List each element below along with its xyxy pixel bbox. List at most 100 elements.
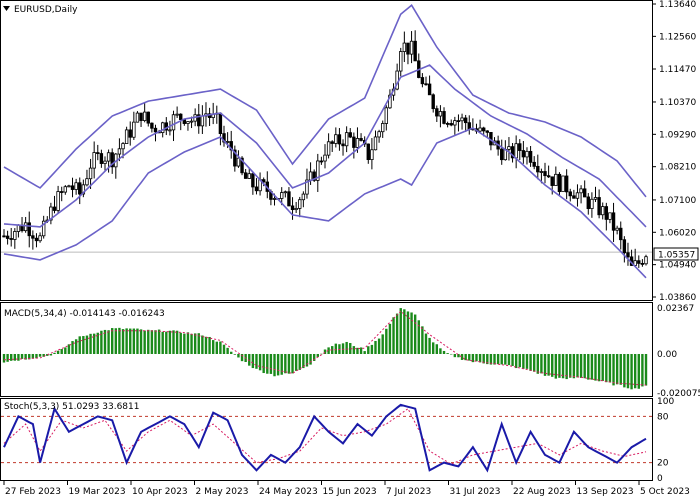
macd-bar	[572, 353, 576, 379]
macd-bar	[6, 353, 9, 362]
macd-bar	[154, 330, 157, 354]
macd-bar	[381, 334, 384, 354]
macd-bar	[475, 353, 478, 362]
macd-bar	[464, 353, 467, 361]
macd-bar	[446, 353, 449, 354]
macd-bar	[442, 350, 446, 354]
macd-bar	[421, 326, 424, 354]
price-tick-label: 1.12560	[659, 32, 696, 42]
macd-bar	[496, 353, 500, 365]
candle	[644, 254, 648, 266]
macd-bar	[525, 353, 529, 369]
macd-bar	[190, 333, 193, 354]
macd-bar	[522, 353, 525, 369]
macd-bar	[587, 353, 590, 380]
macd-bar	[576, 353, 579, 378]
macd-bar	[186, 332, 190, 354]
macd-bar	[168, 330, 172, 354]
date-tick-label: 24 May 2023	[259, 487, 318, 497]
macd-bar	[219, 341, 222, 354]
macd-bar	[601, 353, 604, 381]
date-tick-label: 22 Aug 2023	[513, 487, 571, 497]
macd-bar	[536, 353, 539, 374]
macd-bar	[385, 328, 388, 354]
date-tick-label: 10 Apr 2023	[132, 487, 188, 497]
macd-bar	[67, 344, 71, 354]
macd-bar	[507, 353, 511, 366]
macd-bar	[17, 353, 20, 361]
candle	[557, 172, 562, 196]
price-panel[interactable]	[0, 0, 653, 301]
macd-bar	[612, 353, 615, 386]
macd-bar	[118, 327, 121, 354]
macd-bar	[363, 351, 366, 354]
macd-bar	[201, 335, 204, 354]
macd-bar	[551, 353, 554, 377]
macd-bar	[284, 353, 287, 374]
stoch-tick-label: 20	[657, 459, 669, 469]
macd-bar	[89, 333, 92, 354]
stoch-tick-label: 0	[657, 474, 663, 484]
macd-bar	[175, 330, 179, 354]
macd-bar	[121, 329, 125, 354]
macd-bar	[579, 353, 583, 378]
macd-bar	[82, 336, 85, 354]
macd-bar	[78, 336, 81, 354]
macd-bar	[294, 353, 298, 371]
price-tick-label: 1.06020	[659, 228, 696, 238]
macd-bar	[468, 353, 471, 361]
macd-bar	[276, 353, 280, 376]
macd-bar	[208, 336, 211, 354]
macd-bar	[204, 336, 208, 354]
macd-bar	[395, 313, 399, 354]
macd-bar	[251, 353, 255, 369]
macd-bar	[644, 353, 648, 386]
macd-bar	[583, 353, 586, 379]
stoch-tick-label: 100	[657, 397, 674, 407]
trading-chart[interactable]: 1.13640 1.12560 1.11470 1.10370 1.09290 1.082…	[0, 0, 700, 500]
macd-bar	[511, 353, 514, 366]
macd-bar	[561, 353, 565, 379]
macd-bar	[619, 353, 622, 385]
macd-tick-label: 0.00	[657, 350, 677, 360]
macd-bar	[64, 347, 67, 354]
macd-bar	[370, 344, 374, 354]
macd-bar	[623, 353, 626, 388]
current-price-marker: 1.05357	[653, 247, 699, 261]
macd-bar	[222, 344, 226, 354]
macd-bar	[518, 353, 521, 368]
macd-bar	[424, 333, 428, 354]
macd-bar	[432, 342, 435, 354]
macd-bar	[374, 340, 377, 354]
stoch-label: Stoch(5,3,3) 51.0293 33.6811	[4, 402, 139, 412]
macd-bar	[478, 353, 482, 363]
macd-bar	[597, 353, 601, 382]
macd-bar	[543, 353, 547, 376]
macd-bar	[226, 347, 229, 354]
symbol-header[interactable]: EURUSD,Daily	[3, 5, 78, 15]
macd-bar	[547, 353, 550, 376]
date-tick-label: 27 Feb 2023	[5, 487, 61, 497]
macd-bar	[594, 353, 597, 381]
date-tick-label: 7 Jul 2023	[386, 487, 431, 497]
price-tick-label: 1.13640	[659, 0, 696, 10]
date-tick-label: 5 Oct 2023	[640, 487, 690, 497]
macd-bar	[316, 353, 319, 357]
macd-bar	[262, 353, 265, 374]
date-tick-label: 31 Jul 2023	[450, 487, 501, 497]
candle	[561, 175, 565, 193]
macd-bar	[540, 353, 543, 374]
macd-bar	[558, 353, 561, 378]
macd-bar	[320, 353, 323, 355]
date-tick-label: 19 Mar 2023	[69, 487, 126, 497]
macd-bar	[20, 353, 24, 359]
macd-bar	[392, 317, 395, 354]
macd-bar	[529, 353, 532, 371]
macd-bar	[356, 347, 359, 354]
macd-bar	[403, 309, 406, 354]
macd-bar	[352, 346, 356, 354]
price-tick-label: 1.07100	[659, 196, 696, 206]
macd-bar	[439, 348, 442, 354]
candle	[135, 111, 140, 123]
macd-bar	[633, 353, 637, 389]
